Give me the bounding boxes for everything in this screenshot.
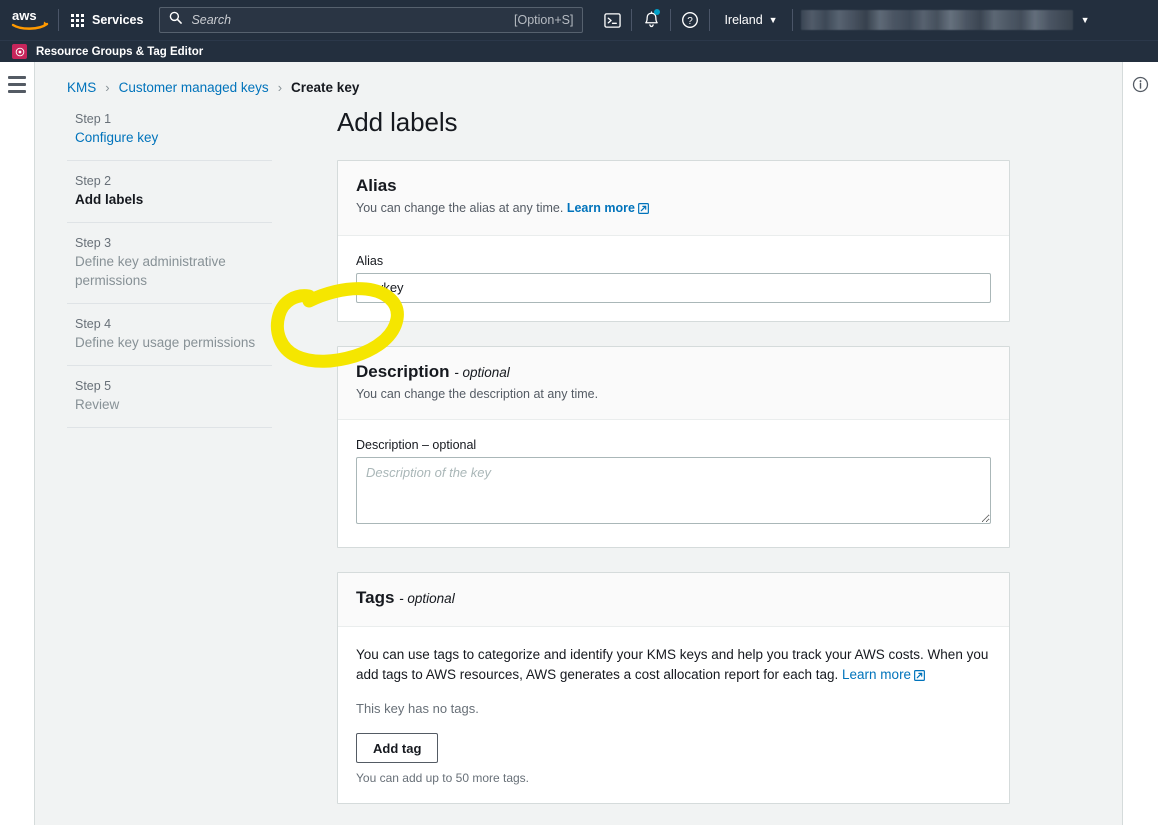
step-5-number: Step 5 [75, 379, 112, 394]
step-4-title: Define key usage permissions [75, 334, 256, 350]
svg-text:aws: aws [12, 8, 37, 23]
account-chevron-down-icon: ▼ [1080, 15, 1090, 25]
sidebar-step-3: Step 3 Define key administrative permiss… [67, 223, 272, 304]
app-shell: KMS › Customer managed keys › Create key… [0, 62, 1158, 825]
services-menu-button[interactable]: Services [61, 5, 153, 35]
global-search-box[interactable]: Search [Option+S] [159, 7, 584, 33]
cloudshell-button[interactable] [595, 0, 629, 40]
grid-icon [71, 13, 84, 27]
alias-card-body: Alias [338, 235, 1009, 321]
sidebar-step-4: Step 4 Define key usage permissions [67, 304, 272, 367]
hamburger-menu-icon[interactable] [8, 76, 26, 97]
search-input-placeholder: Search [191, 13, 232, 27]
right-info-rail [1122, 62, 1158, 825]
step-2-title: Add labels [75, 192, 144, 208]
description-textarea[interactable] [356, 456, 991, 524]
svg-text:?: ? [688, 16, 694, 27]
nav-divider-4 [709, 9, 711, 31]
breadcrumb-item-kms[interactable]: KMS [67, 80, 96, 95]
tags-learn-more-link[interactable]: Learn more [842, 667, 911, 682]
region-selector[interactable]: Ireland ▼ [712, 5, 789, 35]
description-card-body: Description – optional [338, 419, 1009, 547]
description-card-description: You can change the description at any ti… [356, 386, 599, 401]
tags-card-header: Tags - optional [338, 572, 1009, 627]
external-link-icon [637, 201, 649, 220]
alias-card-header: Alias You can change the alias at any ti… [338, 161, 1009, 236]
alias-card-title: Alias [356, 176, 397, 195]
main-columns: Step 1 Configure key Step 2 Add labels S… [35, 95, 1122, 825]
tags-card-body: You can use tags to categorize and ident… [338, 626, 1009, 804]
search-icon [169, 11, 183, 29]
description-card-title-text: Description [356, 361, 450, 381]
description-card: Description - optional You can change th… [337, 345, 1010, 548]
breadcrumb-separator: › [105, 80, 110, 95]
alias-field-label: Alias [356, 253, 384, 268]
info-circle-icon[interactable] [1132, 76, 1149, 98]
tags-card-optional-suffix: - optional [399, 590, 455, 606]
aws-logo-icon: aws [11, 8, 49, 30]
step-2-number: Step 2 [75, 174, 112, 189]
services-label: Services [92, 13, 144, 27]
breadcrumb: KMS › Customer managed keys › Create key [35, 62, 1122, 95]
description-field-label: Description – optional [356, 437, 477, 452]
tags-description: You can use tags to categorize and ident… [356, 645, 991, 689]
description-card-title: Description - optional [356, 362, 991, 382]
chevron-down-icon: ▼ [768, 14, 778, 25]
step-3-number: Step 3 [75, 236, 112, 251]
resource-groups-icon [12, 44, 27, 59]
sidebar-step-1[interactable]: Step 1 Configure key [67, 104, 272, 162]
nav-divider-1 [58, 9, 59, 31]
form-column: Add labels Alias You can change the alia… [272, 95, 1032, 825]
tags-empty-message: This key has no tags. [356, 701, 479, 717]
alias-card-description: You can change the alias at any time. Le… [356, 199, 991, 220]
tags-card-title: Tags - optional [356, 588, 991, 608]
nav-divider-2 [631, 9, 633, 31]
top-navigation-bar: aws Services Search [Option+S] ? Ireland… [0, 0, 1158, 40]
search-shortcut-hint: [Option+S] [514, 13, 574, 27]
external-link-icon [914, 667, 926, 688]
breadcrumb-separator: › [277, 80, 283, 95]
step-4-number: Step 4 [75, 316, 112, 331]
account-name-redacted [800, 10, 1073, 30]
add-tag-button[interactable]: Add tag [356, 733, 439, 764]
wizard-steps-sidebar: Step 1 Configure key Step 2 Add labels S… [67, 95, 272, 825]
description-card-header: Description - optional You can change th… [338, 346, 1009, 420]
tags-card: Tags - optional You can use tags to cate… [337, 571, 1010, 805]
tags-card-title-text: Tags [356, 587, 395, 607]
step-5-title: Review [75, 397, 120, 413]
cloudshell-icon [604, 12, 621, 28]
question-circle-icon: ? [682, 12, 699, 28]
nav-divider-3 [670, 9, 672, 31]
sidebar-step-2[interactable]: Step 2 Add labels [67, 161, 272, 224]
sidebar-step-5: Step 5 Review [67, 366, 272, 429]
description-card-optional-suffix: - optional [454, 364, 510, 380]
notifications-button[interactable] [634, 0, 668, 40]
aws-logo[interactable]: aws [0, 0, 56, 40]
page-title: Add labels [337, 107, 458, 137]
resource-groups-link[interactable]: Resource Groups & Tag Editor [36, 46, 203, 58]
step-3-title: Define key administrative permissions [75, 254, 226, 288]
breadcrumb-item-create-key: Create key [291, 80, 360, 95]
alias-learn-more-link[interactable]: Learn more [567, 201, 635, 215]
favorites-bar: Resource Groups & Tag Editor [0, 40, 1158, 62]
step-1-number: Step 1 [75, 112, 112, 126]
nav-divider-5 [791, 9, 793, 31]
account-menu-button[interactable]: ▼ [800, 10, 1100, 30]
help-button[interactable]: ? [673, 0, 707, 40]
alias-card: Alias You can change the alias at any ti… [337, 160, 1010, 322]
breadcrumb-item-customer-managed-keys[interactable]: Customer managed keys [119, 80, 269, 95]
alias-card-description-text: You can change the alias at any time. [356, 201, 564, 215]
region-label: Ireland [724, 13, 763, 27]
step-1-title[interactable]: Configure key [75, 129, 272, 147]
tags-limit-hint: You can add up to 50 more tags. [356, 771, 530, 786]
alias-input[interactable] [356, 272, 991, 303]
content-area: KMS › Customer managed keys › Create key… [35, 62, 1122, 825]
left-nav-rail [0, 62, 35, 825]
